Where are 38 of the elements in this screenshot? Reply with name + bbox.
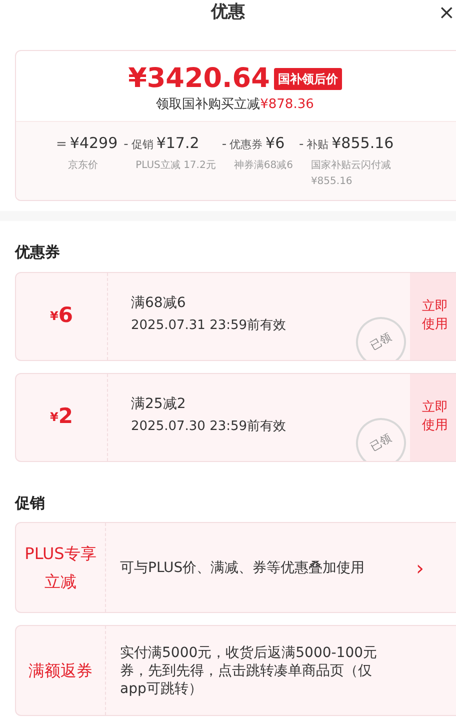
breakdown-note: PLUS立减 17.2元 bbox=[136, 158, 216, 173]
operator-sign: - bbox=[222, 136, 227, 154]
coupon-condition: 满68减6 bbox=[131, 294, 187, 312]
final-price: ¥3420.64 bbox=[128, 63, 270, 95]
coupon-validity: 2025.07.30 23:59前有效 bbox=[131, 418, 288, 436]
breakdown-amount: ¥855.16 bbox=[332, 132, 394, 154]
section-title: 优惠券 bbox=[15, 242, 61, 263]
breakdown-note: 神券满68减6 bbox=[234, 158, 293, 173]
price-badge: 国补领后价 bbox=[274, 68, 342, 90]
coupon-amount: 2 bbox=[58, 403, 73, 430]
operator-sign: - bbox=[298, 136, 304, 154]
use-now-button[interactable]: 立即使用 bbox=[410, 374, 456, 460]
section-title: 促销 bbox=[15, 492, 46, 514]
coupon-condition: 满25减2 bbox=[131, 394, 187, 414]
saving-label: 领取国补购买立减 bbox=[156, 96, 260, 114]
promotion-tag: PLUS专享立减 bbox=[18, 540, 102, 596]
close-button[interactable]: × bbox=[438, 1, 455, 23]
breakdown-note: 国家补贴云闪付减¥855.16 bbox=[310, 158, 392, 189]
breakdown-label: 补贴 bbox=[306, 136, 329, 152]
breakdown-amount: ¥6 bbox=[266, 132, 285, 154]
breakdown-label: 促销 bbox=[131, 136, 154, 152]
coupon-validity: 2025.07.31 23:59前有效 bbox=[131, 316, 288, 334]
breakdown-label: 优惠券 bbox=[230, 136, 263, 152]
operator-sign: = bbox=[56, 136, 67, 154]
coupon-currency: ¥ bbox=[50, 308, 58, 325]
use-now-button[interactable]: 立即使用 bbox=[410, 272, 456, 360]
saving-amount: ¥878.36 bbox=[260, 96, 314, 114]
promotion-tag: 满额返券 bbox=[18, 656, 102, 684]
breakdown-amount: ¥4299 bbox=[70, 132, 118, 154]
promotion-description: 实付满5000元，收货后返满5000-100元券，先到先得，点击跳转凑单商品页（仅app可跳转） bbox=[119, 644, 378, 698]
breakdown-note: 京东价 bbox=[68, 158, 99, 173]
breakdown-amount: ¥17.2 bbox=[156, 132, 200, 154]
operator-sign: - bbox=[124, 136, 128, 154]
dialog-title: 优惠 bbox=[211, 1, 245, 23]
coupon-currency: ¥ bbox=[50, 409, 58, 426]
promotion-description: 可与PLUS价、满减、券等优惠叠加使用 bbox=[119, 558, 366, 576]
chevron-icon[interactable]: › bbox=[416, 552, 424, 582]
coupon-amount: 6 bbox=[58, 302, 73, 330]
